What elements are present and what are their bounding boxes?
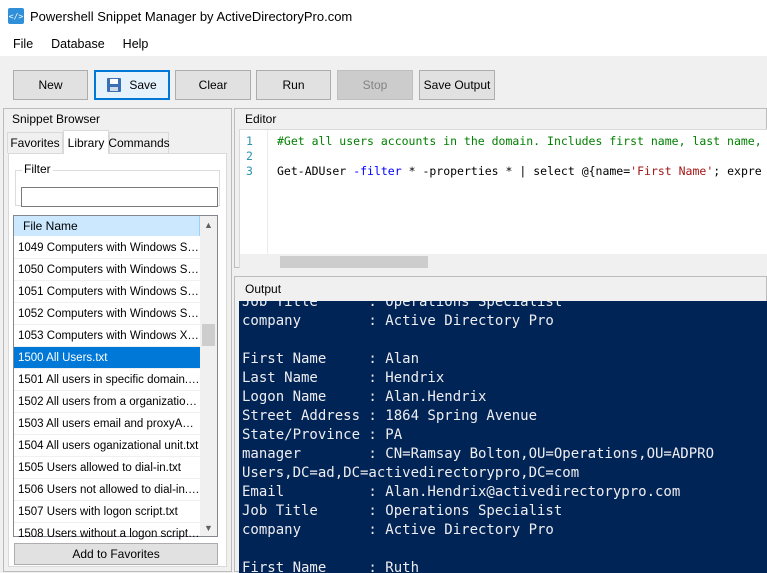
output-line: State/Province : PA: [242, 427, 403, 443]
scroll-thumb[interactable]: [202, 324, 215, 346]
save-output-button[interactable]: Save Output: [419, 70, 495, 100]
list-item[interactable]: 1051 Computers with Windows Ser...: [14, 281, 200, 303]
list-item[interactable]: 1500 All Users.txt: [14, 347, 200, 369]
panel-splitter[interactable]: [234, 268, 767, 276]
save-button[interactable]: Save: [94, 70, 170, 100]
menu-help[interactable]: Help: [114, 37, 158, 51]
list-item[interactable]: 1049 Computers with Windows Ser...: [14, 237, 200, 259]
param-properties-token: -properties: [422, 164, 499, 178]
list-item[interactable]: 1502 All users from a organizational...: [14, 391, 200, 413]
line-number: 3: [246, 164, 253, 178]
stop-button-label: Stop: [362, 78, 388, 92]
tab-library-label: Library: [67, 135, 105, 150]
list-item[interactable]: 1505 Users allowed to dial-in.txt: [14, 457, 200, 479]
list-item[interactable]: 1507 Users with logon script.txt: [14, 501, 200, 523]
tab-favorites-label: Favorites: [10, 136, 60, 150]
list-item[interactable]: 1050 Computers with Windows Ser...: [14, 259, 200, 281]
scroll-up-arrow-icon[interactable]: ▲: [200, 216, 217, 233]
menu-database[interactable]: Database: [42, 37, 114, 51]
output-line: company : Active Directory Pro: [242, 313, 554, 329]
run-button-label: Run: [282, 78, 305, 92]
column-header-label: File Name: [23, 218, 78, 233]
filter-group: Filter: [15, 162, 220, 207]
output-line: Last Name : Hendrix: [242, 370, 445, 386]
filter-value-token: *: [401, 164, 423, 178]
list-item[interactable]: 1053 Computers with Windows XP.txt: [14, 325, 200, 347]
output-line: Job Title : Operations Specialist: [242, 301, 563, 310]
output-line: First Name : Ruth: [242, 560, 420, 573]
editor-scroll-thumb[interactable]: [280, 256, 428, 268]
new-button[interactable]: New: [13, 70, 88, 100]
code-editor[interactable]: 1 2 3 #Get all users accounts in the dom…: [239, 129, 767, 271]
string-token: 'First Name': [630, 164, 714, 178]
add-to-favorites-button[interactable]: Add to Favorites: [14, 543, 218, 565]
clear-button-label: Clear: [198, 78, 228, 92]
output-panel: Output Job Title : Operations Specialist…: [234, 276, 767, 573]
list-item[interactable]: 1052 Computers with Windows Ser...: [14, 303, 200, 325]
app-code-icon: </>: [8, 8, 24, 24]
stop-button[interactable]: Stop: [337, 70, 413, 100]
param-filter-token: -filter: [353, 164, 402, 178]
code-line-command: Get-ADUser -filter * -properties * | sel…: [277, 164, 762, 179]
output-line: manager : CN=Ramsay Bolton,OU=Operations…: [242, 446, 715, 462]
run-button[interactable]: Run: [256, 70, 331, 100]
column-header-file-name[interactable]: File Name: [14, 215, 200, 236]
menu-bar: File Database Help: [0, 32, 767, 56]
filter-label: Filter: [22, 162, 53, 176]
code-line-comment: #Get all users accounts in the domain. I…: [277, 134, 762, 148]
line-number: 1: [246, 134, 253, 148]
new-button-label: New: [38, 78, 63, 92]
snippet-browser-title: Snippet Browser: [12, 112, 101, 126]
tab-favorites[interactable]: Favorites: [7, 132, 63, 153]
expression-token: ; expre: [713, 164, 762, 178]
tab-commands-label: Commands: [108, 136, 170, 150]
list-item[interactable]: 1506 Users not allowed to dial-in.txt: [14, 479, 200, 501]
output-line: First Name : Alan: [242, 351, 420, 367]
output-line: Street Address : 1864 Spring Avenue: [242, 408, 538, 424]
pipeline-token: * | select @{name=: [498, 164, 631, 178]
editor-title: Editor: [245, 112, 277, 126]
output-line: company : Active Directory Pro: [242, 522, 554, 538]
save-button-label: Save: [129, 78, 157, 92]
list-item[interactable]: 1501 All users in specific domain.txt: [14, 369, 200, 391]
list-item[interactable]: 1504 All users oganizational unit.txt: [14, 435, 200, 457]
snippet-file-list[interactable]: File Name 1049 Computers with Windows Se…: [13, 215, 218, 545]
cmdlet-token: Get-ADUser: [277, 164, 347, 178]
list-item[interactable]: 1503 All users email and proxyAddr...: [14, 413, 200, 435]
tab-commands[interactable]: Commands: [108, 132, 170, 153]
window-title: Powershell Snippet Manager by ActiveDire…: [30, 8, 353, 24]
output-console[interactable]: Job Title : Operations Specialist company…: [239, 301, 767, 573]
line-number: 2: [246, 149, 253, 163]
tab-library[interactable]: Library: [63, 130, 109, 154]
output-line: Email : Alan.Hendrix@activedirectorypro.…: [242, 484, 681, 500]
menu-file[interactable]: File: [4, 37, 42, 51]
list-item[interactable]: 1508 Users without a logon script.txt: [14, 523, 200, 545]
scroll-down-arrow-icon[interactable]: ▼: [200, 519, 217, 536]
clear-button[interactable]: Clear: [175, 70, 251, 100]
title-bar: </> Powershell Snippet Manager by Active…: [0, 0, 767, 32]
editor-panel: Editor 1 2 3 #Get all users accounts in …: [234, 108, 767, 271]
output-line: Logon Name : Alan.Hendrix: [242, 389, 487, 405]
filter-input[interactable]: [21, 187, 218, 207]
toolbar: New Save Clear Run Stop Save Output: [0, 56, 767, 106]
save-icon: [107, 78, 122, 92]
list-vertical-scrollbar[interactable]: ▲ ▼: [200, 216, 217, 536]
output-line: Job Title : Operations Specialist: [242, 503, 563, 519]
list-header: File Name: [14, 215, 200, 236]
output-title: Output: [245, 282, 282, 296]
add-to-favorites-label: Add to Favorites: [72, 547, 160, 561]
output-line: Users,DC=ad,DC=activedirectorypro,DC=com: [242, 465, 580, 481]
save-output-button-label: Save Output: [423, 78, 491, 92]
